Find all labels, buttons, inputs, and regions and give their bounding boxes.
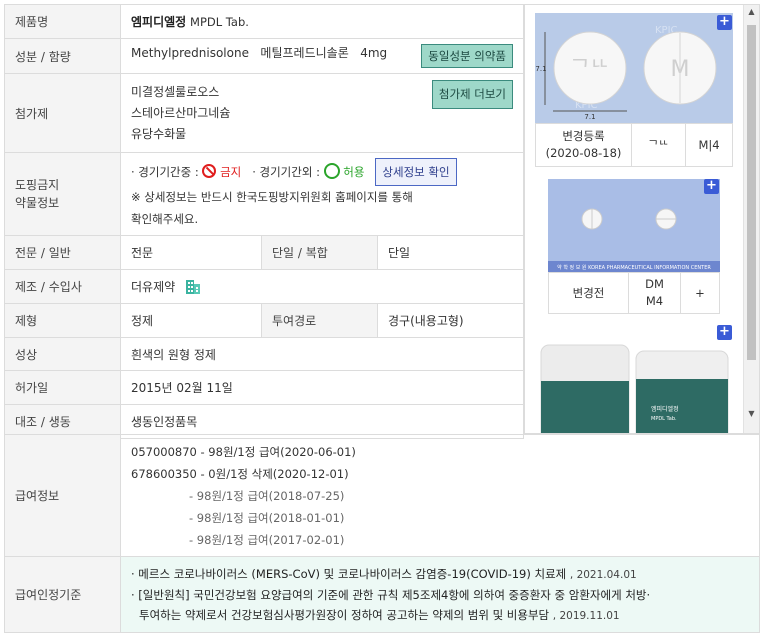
label-maker: 제조 / 수입사 xyxy=(4,269,121,304)
image-panel[interactable]: KPIC KPIC ᄀᄔ M 7.1 7.1 + 변경등록 (2020-08-1… xyxy=(524,4,760,434)
ingredient-cell: Methylprednisolone 메틸프레드니솔론 4mg 동일성분 의약품 xyxy=(120,38,524,74)
svg-text:약 학 정 보 원 KOREA PHARMACEUTIC: 약 학 정 보 원 KOREA PHARMACEUTICAL INFORMATI… xyxy=(557,264,711,271)
maker-cell: 더유제약 xyxy=(120,269,524,304)
label-appearance: 성상 xyxy=(4,337,121,371)
product-name: 엠피디엘정 MPDL Tab. xyxy=(120,4,524,39)
criteria-item-1[interactable]: · 메르스 코로나바이러스 (MERS-CoV) 및 코로나바이러스 감염증-1… xyxy=(131,564,749,585)
label-product: 제품명 xyxy=(4,4,121,39)
svg-text:7.1: 7.1 xyxy=(535,65,546,73)
label-route: 투여경로 xyxy=(261,303,378,338)
single-combo-value: 단일 xyxy=(377,235,524,270)
reimbursement-history: - 98원/1정 급여(2017-02-01) xyxy=(189,532,345,547)
expand-image-2-plus-icon[interactable]: + xyxy=(704,179,719,194)
same-ingredient-button[interactable]: 동일성분 의약품 xyxy=(421,44,513,68)
tablet-photo-2: 약 학 정 보 원 KOREA PHARMACEUTICAL INFORMATI… xyxy=(548,208,720,272)
mark-back: M|4 xyxy=(698,138,720,152)
tablet-image-2[interactable]: 약 학 정 보 원 KOREA PHARMACEUTICAL INFORMATI… xyxy=(548,179,720,272)
mark-front: ᄀᄔ xyxy=(632,124,686,166)
allow-circle-icon xyxy=(323,163,340,179)
label-form: 제형 xyxy=(4,303,121,338)
svg-text:엠피디엘정: 엠피디엘정 xyxy=(651,405,679,413)
scroll-down-arrow-icon[interactable]: ▼ xyxy=(746,409,757,418)
tablet-image-1[interactable]: KPIC KPIC ᄀᄔ M 7.1 7.1 xyxy=(535,13,733,123)
ban-icon xyxy=(202,164,217,178)
appearance-value: 흰색의 원형 정제 xyxy=(120,337,524,371)
more-excipient-button[interactable]: 첨가제 더보기 xyxy=(431,80,513,109)
reimbursement-history: - 98원/1정 급여(2018-07-25) xyxy=(189,488,345,503)
reimbursement-line: 057000870 - 98원/1정 급여(2020-06-01) xyxy=(131,444,356,459)
label-single-combo: 단일 / 복합 xyxy=(261,235,378,270)
approval-value: 2015년 02월 11일 xyxy=(120,370,524,405)
image-1-caption-row: 변경등록 (2020-08-18) ᄀᄔ M|4 xyxy=(535,123,733,167)
image-panel-scrollbar[interactable]: ▲ ▼ xyxy=(743,5,759,433)
label-approval: 허가일 xyxy=(4,370,121,405)
building-icon[interactable] xyxy=(185,278,201,294)
drug-detail-page: 제품명 엠피디엘정 MPDL Tab. 성분 / 함량 Methylpredni… xyxy=(0,0,765,636)
label-type: 전문 / 일반 xyxy=(4,235,121,270)
svg-text:MPDL Tab.: MPDL Tab. xyxy=(651,416,677,422)
route-value: 경구(내용고형) xyxy=(377,303,524,338)
reimbursement-line: 678600350 - 0원/1정 삭제(2020-12-01) xyxy=(131,466,349,481)
criteria-item-2[interactable]: · [일반원칙] 국민건강보험 요양급여의 기준에 관한 규칙 제5조제4항에 … xyxy=(131,585,749,626)
form-value: 정제 xyxy=(120,303,262,338)
label-ingredient: 성분 / 함량 xyxy=(4,38,121,74)
label-criteria: 급여인정기준 xyxy=(4,556,121,633)
scrollbar-thumb[interactable] xyxy=(747,25,756,360)
type-value: 전문 xyxy=(120,235,262,270)
excipient-cell: 첨가제 더보기 미결정셀룰로오스 스테아르산마그네슘 유당수화물 xyxy=(120,73,524,153)
reimbursement-table: 급여정보 057000870 - 98원/1정 급여(2020-06-01) 6… xyxy=(4,434,760,633)
label-doping: 도핑금지 약물정보 xyxy=(4,152,121,236)
reimbursement-history: - 98원/1정 급여(2018-01-01) xyxy=(189,510,345,525)
package-photo: 엠피디엘정 MPDL Tab. xyxy=(540,344,729,433)
expand-image-1-plus-icon[interactable]: + xyxy=(717,15,732,30)
reimbursement-cell: 057000870 - 98원/1정 급여(2020-06-01) 678600… xyxy=(120,434,760,557)
svg-text:ᄀᄔ: ᄀᄔ xyxy=(570,57,610,82)
doping-detail-button[interactable]: 상세정보 확인 xyxy=(375,158,457,186)
expand-image-3-plus-icon[interactable]: + xyxy=(717,325,732,340)
drug-info-table: 제품명 엠피디엘정 MPDL Tab. 성분 / 함량 Methylpredni… xyxy=(4,4,524,439)
package-image[interactable]: 엠피디엘정 MPDL Tab. xyxy=(539,335,735,433)
scroll-up-arrow-icon[interactable]: ▲ xyxy=(746,7,757,16)
label-reimbursement: 급여정보 xyxy=(4,434,121,557)
criteria-cell: · 메르스 코로나바이러스 (MERS-CoV) 및 코로나바이러스 감염증-1… xyxy=(120,556,760,633)
label-excipient: 첨가제 xyxy=(4,73,121,153)
doping-cell: · 경기기간중 : 금지 · 경기기간외 : 허용 상세정보 확인 ※ 상세정보… xyxy=(120,152,524,236)
image-2-caption-row: 변경전 DM M4 + xyxy=(548,272,720,314)
excipient-item: 유당수화물 xyxy=(131,126,187,141)
tablet-photo-1: KPIC KPIC ᄀᄔ M 7.1 7.1 xyxy=(535,25,717,121)
svg-text:7.1: 7.1 xyxy=(584,113,595,121)
